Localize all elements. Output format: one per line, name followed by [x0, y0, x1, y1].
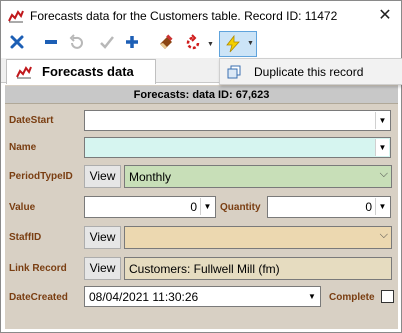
tab-label: Forecasts data [42, 64, 134, 79]
link-record-label: Link Record [9, 263, 67, 274]
chevron-down-icon[interactable]: ▼ [375, 198, 389, 215]
chevron-down-icon[interactable]: ▼ [375, 112, 389, 129]
delete-minus-icon[interactable] [41, 34, 61, 54]
tab-forecasts-data[interactable]: Forecasts data [6, 59, 156, 84]
complete-label: Complete [329, 292, 375, 303]
chevron-down-icon[interactable]: ▼ [305, 288, 319, 305]
chevron-down-icon: ▼ [247, 40, 254, 47]
actions-menu-button[interactable]: ▼ [219, 31, 257, 57]
chevron-down-icon[interactable]: ▼ [200, 198, 214, 215]
quantity-label: Quantity [220, 202, 261, 213]
refresh-icon[interactable] [183, 34, 203, 54]
refresh-dropdown-icon[interactable]: ▼ [207, 40, 215, 50]
value-input[interactable]: 0 ▼ [84, 196, 216, 218]
staff-view-button[interactable]: View [84, 226, 121, 249]
actions-menu: Duplicate this record [219, 58, 402, 85]
duplicate-icon [227, 65, 241, 79]
lightning-icon [226, 35, 240, 53]
date-start-combo[interactable]: ▼ [84, 110, 391, 131]
date-created-input[interactable]: 08/04/2021 11:30:26 ▼ [84, 286, 321, 307]
complete-checkbox[interactable] [381, 290, 394, 303]
chevron-down-icon: ⌵ [379, 229, 388, 241]
toolbar: ▼ [1, 31, 401, 58]
undo-icon[interactable] [66, 34, 86, 54]
form-header: Forecasts: data ID: 67,623 [5, 86, 398, 104]
chevron-down-icon[interactable]: ▼ [375, 139, 389, 156]
date-created-label: DateCreated [9, 292, 68, 303]
dialog-window: Forecasts data for the Customers table. … [0, 0, 402, 333]
menu-item-duplicate-record[interactable]: Duplicate this record [254, 65, 363, 79]
add-plus-icon[interactable] [122, 34, 142, 54]
title-bar: Forecasts data for the Customers table. … [1, 1, 401, 31]
chart-app-icon [8, 10, 24, 23]
link-record-view-button[interactable]: View [84, 257, 121, 280]
window-title: Forecasts data for the Customers table. … [30, 9, 338, 23]
quantity-input[interactable]: 0 ▼ [267, 196, 391, 218]
link-record-field: Customers: Fullwell Mill (fm) [124, 257, 392, 280]
period-type-label: PeriodTypeID [9, 171, 73, 182]
name-combo[interactable]: ▼ [84, 137, 391, 158]
staff-label: StaffID [9, 232, 42, 243]
close-window-button[interactable]: ✕ [372, 4, 398, 28]
close-x-icon[interactable] [7, 34, 27, 54]
value-label: Value [9, 202, 36, 213]
period-type-select[interactable]: Monthly ⌵ [124, 165, 392, 188]
chart-tab-icon [16, 66, 32, 79]
staff-select[interactable]: ⌵ [124, 226, 392, 249]
date-start-label: DateStart [9, 115, 54, 126]
chevron-down-icon: ⌵ [379, 168, 388, 180]
save-check-icon[interactable] [97, 34, 117, 54]
period-type-view-button[interactable]: View [84, 165, 121, 188]
name-label: Name [9, 142, 37, 153]
eraser-icon[interactable] [156, 34, 176, 54]
